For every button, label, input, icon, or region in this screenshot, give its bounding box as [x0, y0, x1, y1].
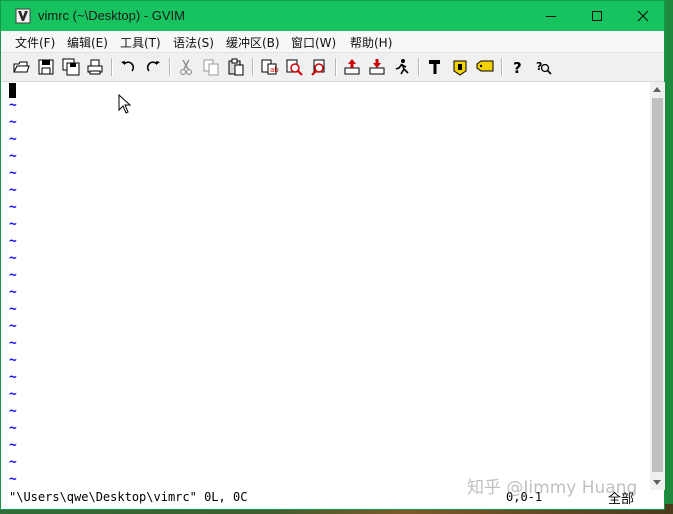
- empty-line-tilde: ~: [9, 183, 17, 198]
- redo-icon: [146, 61, 160, 72]
- window-title: vimrc (~\Desktop) - GVIM: [38, 8, 185, 23]
- svg-text:ab: ab: [270, 66, 279, 74]
- empty-line-tilde: ~: [9, 251, 17, 266]
- empty-line-tilde: ~: [9, 353, 17, 368]
- load-session-button[interactable]: [342, 57, 362, 77]
- close-icon: [637, 10, 649, 22]
- tag-button[interactable]: [475, 57, 495, 77]
- minimize-button[interactable]: [528, 1, 574, 31]
- copy-button[interactable]: [201, 57, 221, 77]
- menu-tools[interactable]: 工具(T): [120, 34, 161, 51]
- empty-line-tilde: ~: [9, 421, 17, 436]
- replace-icon: ab: [261, 59, 279, 75]
- help-icon: ?: [513, 59, 522, 77]
- find-prev-icon: [311, 59, 325, 76]
- menu-bar: 文件(F) 编辑(E) 工具(T) 语法(S) 缓冲区(B) 窗口(W) 帮助(…: [1, 31, 664, 53]
- mouse-pointer-icon: [118, 94, 132, 114]
- save-session-button[interactable]: [367, 57, 387, 77]
- empty-line-tilde: ~: [9, 336, 17, 351]
- redo-button[interactable]: [143, 57, 163, 77]
- empty-line-tilde: ~: [9, 149, 17, 164]
- scroll-down-arrow-icon[interactable]: [653, 480, 661, 485]
- file-info-message: "\Users\qwe\Desktop\vimrc" 0L, 0C: [9, 490, 248, 504]
- find-prev-button[interactable]: [309, 57, 329, 77]
- empty-line-tilde: ~: [9, 115, 17, 130]
- run-script-button[interactable]: [392, 57, 412, 77]
- title-bar[interactable]: vimrc (~\Desktop) - GVIM: [1, 1, 664, 31]
- menu-syntax[interactable]: 语法(S): [173, 34, 214, 51]
- make-icon: [429, 60, 440, 74]
- scrollbar-thumb[interactable]: [652, 98, 663, 472]
- empty-line-tilde: ~: [9, 370, 17, 385]
- text-cursor: [9, 83, 16, 98]
- replace-button[interactable]: ab: [259, 57, 279, 77]
- empty-line-tilde: ~: [9, 234, 17, 249]
- cut-button[interactable]: [176, 57, 196, 77]
- find-help-button[interactable]: ?: [533, 57, 553, 77]
- find-next-button[interactable]: [284, 57, 304, 77]
- watermark: 知乎 @Jimmy Huang: [467, 478, 638, 498]
- toolbar-separator: [111, 58, 113, 76]
- maximize-icon: [592, 11, 602, 21]
- run-script-icon: [395, 59, 409, 75]
- menu-window[interactable]: 窗口(W): [291, 34, 336, 51]
- save-all-button[interactable]: [61, 57, 81, 77]
- text-editor-area[interactable]: ~ ~ ~ ~ ~ ~ ~ ~ ~ ~ ~ ~ ~ ~ ~ ~ ~ ~ ~ ~ ~ ~ ~: [1, 82, 650, 488]
- empty-line-tilde: ~: [9, 166, 17, 181]
- toolbar-separator: [418, 58, 420, 76]
- empty-line-tilde: ~: [9, 200, 17, 215]
- save-session-icon: [369, 59, 385, 75]
- print-button[interactable]: [85, 57, 105, 77]
- empty-line-tilde: ~: [9, 217, 17, 232]
- maximize-button[interactable]: [574, 1, 620, 31]
- toolbar-separator: [335, 58, 337, 76]
- menu-file[interactable]: 文件(F): [15, 34, 55, 51]
- empty-line-tilde: ~: [9, 319, 17, 334]
- menu-help[interactable]: 帮助(H): [350, 34, 392, 51]
- vertical-scrollbar[interactable]: [650, 82, 665, 490]
- find-help-icon: ?: [536, 60, 552, 75]
- scroll-up-arrow-icon[interactable]: [653, 87, 661, 92]
- close-button[interactable]: [620, 1, 666, 31]
- toolbar: ab ? ?: [1, 53, 664, 82]
- svg-text:?: ?: [513, 59, 522, 77]
- empty-line-tilde: ~: [9, 302, 17, 317]
- empty-line-tilde: ~: [9, 387, 17, 402]
- empty-line-tilde: ~: [9, 472, 17, 487]
- load-session-icon: [344, 59, 360, 75]
- save-button[interactable]: [36, 57, 56, 77]
- tag-icon: [476, 60, 494, 72]
- save-icon: [38, 59, 54, 75]
- open-button[interactable]: [11, 57, 31, 77]
- help-button[interactable]: ?: [508, 57, 528, 77]
- shell-button[interactable]: [450, 57, 470, 77]
- empty-line-tilde: ~: [9, 268, 17, 283]
- undo-icon: [121, 61, 135, 72]
- menu-edit[interactable]: 编辑(E): [67, 34, 108, 51]
- empty-line-tilde: ~: [9, 285, 17, 300]
- vim-app-icon: [15, 8, 31, 24]
- paste-icon: [228, 58, 244, 76]
- open-icon: [13, 61, 30, 73]
- empty-line-tilde: ~: [9, 98, 17, 113]
- gvim-window: vimrc (~\Desktop) - GVIM 文件(F) 编辑(E) 工具(…: [0, 0, 665, 510]
- empty-line-tilde: ~: [9, 404, 17, 419]
- copy-icon: [203, 59, 219, 76]
- paste-button[interactable]: [226, 57, 246, 77]
- toolbar-separator: [501, 58, 503, 76]
- cut-icon: [180, 59, 192, 75]
- toolbar-separator: [252, 58, 254, 76]
- menu-buffers[interactable]: 缓冲区(B): [226, 34, 280, 51]
- find-next-icon: [286, 59, 303, 76]
- undo-button[interactable]: [118, 57, 138, 77]
- shell-icon: [453, 60, 467, 76]
- empty-line-tilde: ~: [9, 455, 17, 470]
- toolbar-separator: [169, 58, 171, 76]
- make-button[interactable]: [425, 57, 445, 77]
- minimize-icon: [546, 16, 556, 17]
- empty-line-tilde: ~: [9, 132, 17, 147]
- save-all-icon: [62, 58, 80, 76]
- print-icon: [87, 59, 103, 75]
- empty-line-tilde: ~: [9, 438, 17, 453]
